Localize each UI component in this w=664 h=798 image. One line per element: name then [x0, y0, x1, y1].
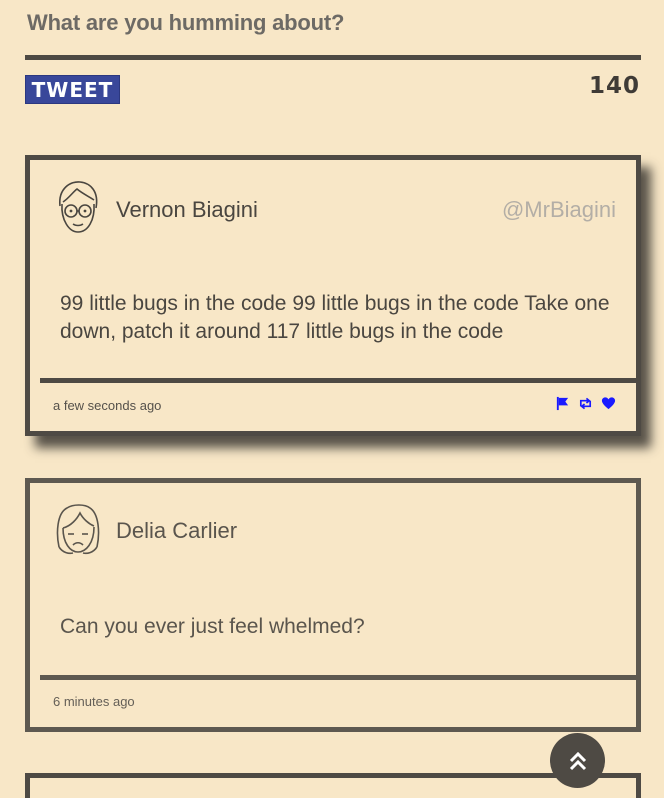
heart-icon[interactable]	[601, 396, 616, 411]
tweet-card: Vernon Biagini @MrBiagini 99 little bugs…	[25, 155, 641, 436]
double-chevron-up-icon	[569, 751, 586, 770]
tweet-button[interactable]: TWEET	[25, 75, 120, 104]
divider	[40, 675, 636, 680]
flag-icon[interactable]	[555, 396, 570, 411]
char-counter: 140	[588, 73, 640, 99]
compose-underline	[25, 55, 641, 60]
tweet-card	[25, 773, 641, 798]
page: What are you humming about? TWEET 140 Ve…	[0, 0, 664, 798]
tweet-card: Delia Carlier Can you ever just feel whe…	[25, 478, 641, 732]
tweet-actions	[555, 396, 616, 411]
author-name[interactable]: Delia Carlier	[116, 518, 237, 544]
compose-input[interactable]: What are you humming about?	[27, 10, 344, 36]
divider	[40, 378, 636, 383]
timestamp: 6 minutes ago	[53, 694, 135, 709]
author-name[interactable]: Vernon Biagini	[116, 197, 258, 223]
timestamp: a few seconds ago	[53, 398, 162, 413]
retweet-icon[interactable]	[578, 396, 593, 411]
scroll-to-top-button[interactable]	[550, 733, 605, 788]
tweet-message: Can you ever just feel whelmed?	[60, 615, 365, 638]
avatar-glasses-icon	[59, 181, 98, 233]
author-handle[interactable]: @MrBiagini	[502, 197, 616, 223]
avatar-girl-icon	[56, 504, 100, 555]
tweet-message: 99 little bugs in the code 99 little bug…	[60, 292, 610, 343]
